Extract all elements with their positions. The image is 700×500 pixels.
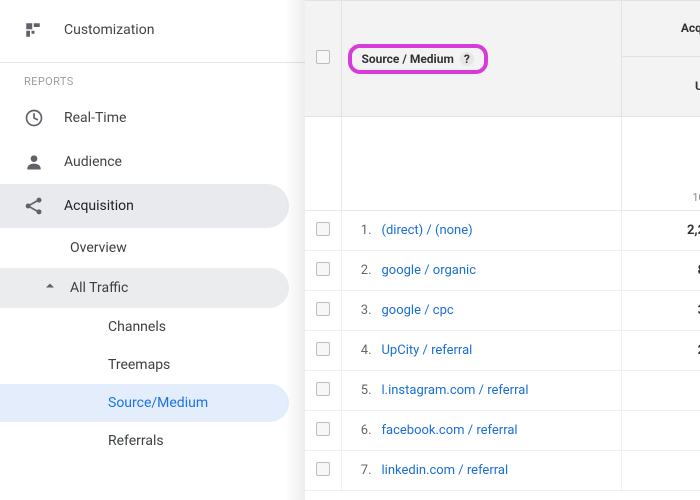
table-row: 6. facebook.com / referral 61 — [305, 411, 700, 451]
row-checkbox[interactable] — [316, 222, 330, 236]
table-body: 1. (direct) / (none) 2,210 2. google / organ… — [305, 211, 700, 491]
metric-value: 380 — [621, 291, 700, 331]
subsubnav-label: Channels — [108, 319, 166, 335]
acquisition-subnav: Overview All Traffic Channels Treemaps S… — [0, 228, 305, 460]
row-checkbox[interactable] — [316, 342, 330, 356]
sidebar-item-customization[interactable]: Customization — [0, 8, 289, 52]
subsubnav-label: Source/Medium — [108, 395, 208, 411]
row-checkbox[interactable] — [316, 422, 330, 436]
dimension-header-label: Source / Medium — [362, 52, 454, 66]
metric-value: 44 — [621, 451, 700, 491]
row-number: 1. — [354, 223, 372, 238]
sidebar-item-label: Customization — [64, 22, 154, 38]
row-checkbox[interactable] — [316, 302, 330, 316]
sidebar-item-label: Audience — [64, 154, 122, 170]
sidebar-item-acquisition[interactable]: Acquisition — [0, 184, 289, 228]
share-icon — [24, 196, 64, 216]
sidebar-item-realtime[interactable]: Real-Time — [0, 96, 289, 140]
clock-icon — [24, 108, 64, 128]
row-number: 7. — [354, 463, 372, 478]
metric-value: 845 — [621, 251, 700, 291]
table-row: 3. google / cpc 380 — [305, 291, 700, 331]
metric-value: 255 — [621, 331, 700, 371]
dimension-header-highlight[interactable]: Source / Medium ? — [348, 44, 488, 74]
dimension-value-link[interactable]: google / organic — [382, 263, 477, 278]
subnav-overview[interactable]: Overview — [0, 228, 289, 268]
divider — [0, 62, 305, 63]
section-header-reports: REPORTS — [0, 69, 305, 96]
table-row: 7. linkedin.com / referral 44 — [305, 451, 700, 491]
subsubnav-referrals[interactable]: Referrals — [0, 422, 289, 460]
metric-value: 2,210 — [621, 211, 700, 251]
dimension-value-link[interactable]: linkedin.com / referral — [382, 463, 509, 478]
report-area: Source / Medium ? Acquis User — [305, 0, 700, 500]
dimension-value-link[interactable]: google / cpc — [382, 303, 454, 318]
sidebar-item-audience[interactable]: Audience — [0, 140, 289, 184]
row-checkbox[interactable] — [316, 462, 330, 476]
sidebar: Customization REPORTS Real-Time Audience… — [0, 0, 305, 500]
table-row: 2. google / organic 845 — [305, 251, 700, 291]
dashboard-icon — [24, 21, 64, 39]
table-row: 4. UpCity / referral 255 — [305, 331, 700, 371]
person-icon — [24, 152, 64, 172]
subsubnav-channels[interactable]: Channels — [0, 308, 289, 346]
row-checkbox[interactable] — [316, 262, 330, 276]
sidebar-item-label: Real-Time — [64, 110, 126, 126]
table-row: 1. (direct) / (none) 2,210 — [305, 211, 700, 251]
row-number: 4. — [354, 343, 372, 358]
subsubnav-treemaps[interactable]: Treemaps — [0, 346, 289, 384]
column-group-header: Acquis — [681, 21, 700, 35]
dimension-value-link[interactable]: l.instagram.com / referral — [382, 383, 529, 398]
table-row: 5. l.instagram.com / referral 70 — [305, 371, 700, 411]
row-checkbox[interactable] — [316, 382, 330, 396]
dimension-value-link[interactable]: (direct) / (none) — [382, 223, 473, 238]
subsubnav-label: Referrals — [108, 433, 164, 449]
subnav-label: All Traffic — [70, 280, 128, 296]
subnav-all-traffic[interactable]: All Traffic — [0, 268, 289, 308]
chevron-up-icon — [44, 280, 56, 296]
row-number: 3. — [354, 303, 372, 318]
summary-metric: 100.0 — [621, 117, 700, 211]
metric-value: 70 — [621, 371, 700, 411]
metric-value: 61 — [621, 411, 700, 451]
subnav-label: Overview — [70, 240, 127, 256]
metric-header-users[interactable]: User — [695, 79, 700, 93]
sidebar-item-label: Acquisition — [64, 198, 134, 214]
help-icon[interactable]: ? — [460, 52, 474, 66]
dimension-value-link[interactable]: facebook.com / referral — [382, 423, 518, 438]
subsubnav-source-medium[interactable]: Source/Medium — [0, 384, 289, 422]
dimension-value-link[interactable]: UpCity / referral — [382, 343, 473, 358]
select-all-checkbox[interactable] — [316, 50, 330, 64]
row-number: 6. — [354, 423, 372, 438]
row-number: 5. — [354, 383, 372, 398]
row-number: 2. — [354, 263, 372, 278]
report-table: Source / Medium ? Acquis User — [305, 0, 700, 491]
subsubnav-label: Treemaps — [108, 357, 170, 373]
